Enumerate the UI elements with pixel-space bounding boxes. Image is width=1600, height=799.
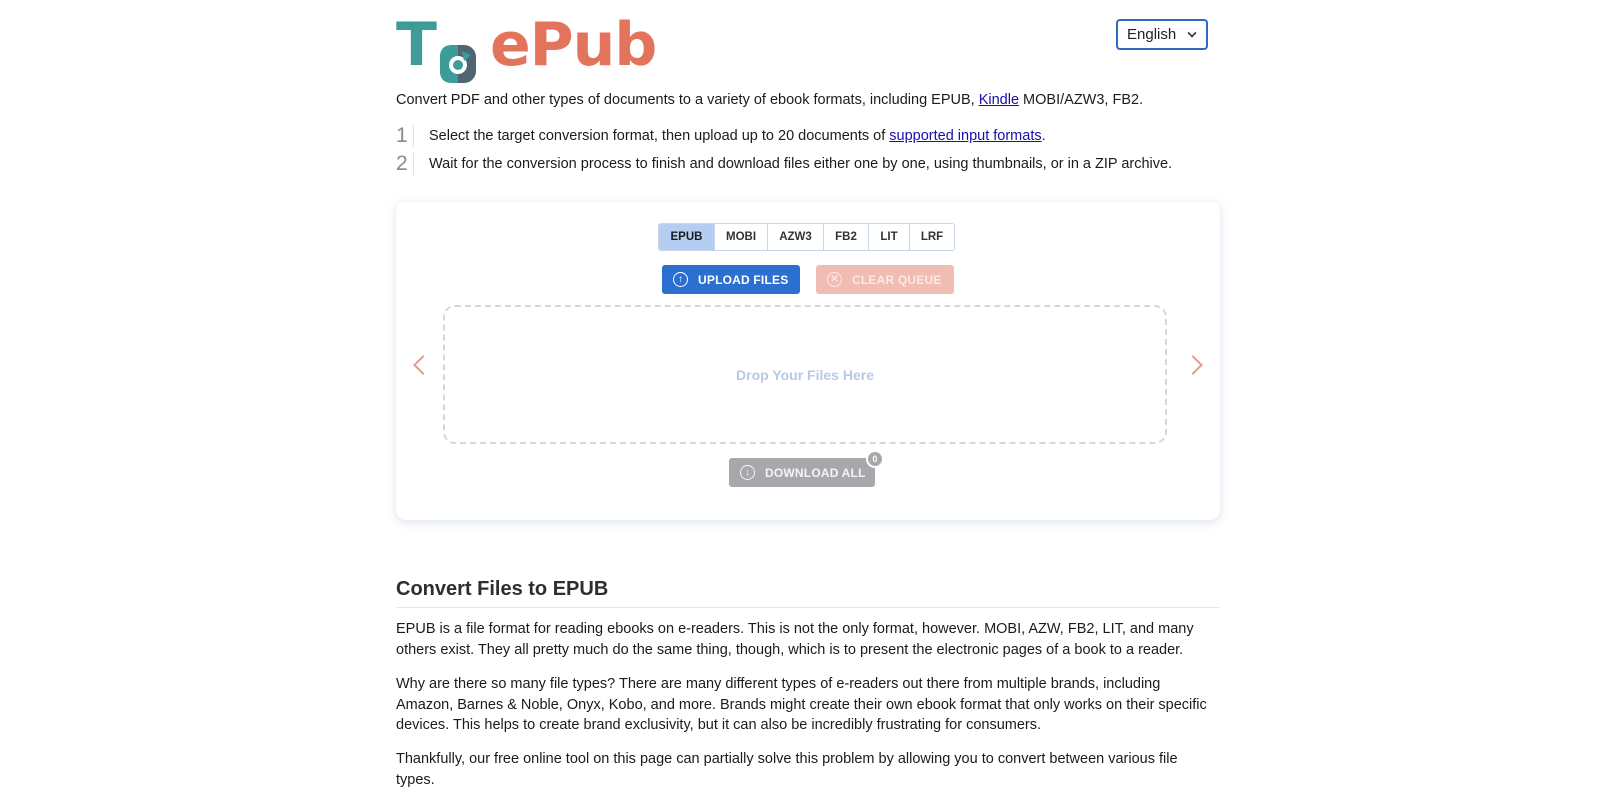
step-number: 1 xyxy=(396,125,414,147)
kindle-link[interactable]: Kindle xyxy=(979,92,1019,108)
language-select-value: English xyxy=(1127,26,1177,43)
tab-epub[interactable]: EPUB xyxy=(659,224,715,250)
file-drop-zone[interactable]: Drop Your Files Here xyxy=(443,305,1167,444)
logo-text-to: T xyxy=(396,10,437,80)
supported-formats-link[interactable]: supported input formats xyxy=(889,128,1041,144)
language-select[interactable]: English xyxy=(1116,19,1208,50)
drop-zone-text: Drop Your Files Here xyxy=(736,366,874,383)
download-all-label: DOWNLOAD ALL xyxy=(765,465,866,480)
intro-text-end: MOBI/AZW3, FB2. xyxy=(1019,92,1144,108)
step-text: Wait for the conversion process to finis… xyxy=(429,156,1173,172)
file-carousel: Drop Your Files Here xyxy=(402,298,1214,448)
article-paragraph: EPUB is a file format for reading ebooks… xyxy=(396,621,1194,658)
step-text-end: . xyxy=(1041,128,1046,144)
step-number: 2 xyxy=(396,153,414,175)
download-arrow-icon: ↓ xyxy=(740,465,755,480)
upload-arrow-icon: ↑ xyxy=(673,272,688,287)
tab-fb2[interactable]: FB2 xyxy=(824,224,869,250)
intro-text-start: Convert PDF and other types of documents… xyxy=(396,92,979,108)
step-text: Select the target conversion format, the… xyxy=(429,128,1046,144)
chevron-right-icon[interactable] xyxy=(1183,355,1203,375)
logo-text-epub: ePub xyxy=(489,10,657,80)
download-all-button[interactable]: ↓ DOWNLOAD ALL 0 xyxy=(729,450,884,487)
upload-files-button[interactable]: ↑ UPLOAD FILES xyxy=(662,265,800,294)
step-text-start: Select the target conversion format, the… xyxy=(429,128,890,144)
tab-lit[interactable]: LIT xyxy=(869,224,910,250)
format-tabs: EPUB MOBI AZW3 FB2 LIT LRF xyxy=(658,223,955,251)
page: T ePub English Convert PDF and other typ… xyxy=(0,0,1600,799)
site-logo[interactable]: T ePub xyxy=(396,10,657,83)
clear-queue-button[interactable]: ✕ CLEAR QUEUE xyxy=(816,265,954,294)
step-item: 2 Wait for the conversion process to fin… xyxy=(396,150,1172,178)
clear-queue-label: CLEAR QUEUE xyxy=(852,272,942,287)
article-paragraph: Why are there so many file types? There … xyxy=(396,676,1207,733)
article-title: Convert Files to EPUB xyxy=(396,578,1220,608)
tab-lrf[interactable]: LRF xyxy=(910,224,954,250)
intro-text: Convert PDF and other types of documents… xyxy=(396,92,1143,108)
chevron-down-icon xyxy=(1187,28,1197,38)
chevron-left-icon[interactable] xyxy=(413,355,433,375)
converter-card: EPUB MOBI AZW3 FB2 LIT LRF ↑ UPLOAD FILE… xyxy=(396,202,1220,520)
close-circle-icon: ✕ xyxy=(827,272,842,287)
upload-files-label: UPLOAD FILES xyxy=(698,272,789,287)
convert-arrows-icon xyxy=(438,30,478,83)
download-count-badge: 0 xyxy=(866,450,884,468)
tab-azw3[interactable]: AZW3 xyxy=(768,224,824,250)
step-item: 1 Select the target conversion format, t… xyxy=(396,122,1172,150)
steps-list: 1 Select the target conversion format, t… xyxy=(396,122,1172,178)
tab-mobi[interactable]: MOBI xyxy=(715,224,768,250)
article-paragraph: Thankfully, our free online tool on this… xyxy=(396,751,1178,788)
